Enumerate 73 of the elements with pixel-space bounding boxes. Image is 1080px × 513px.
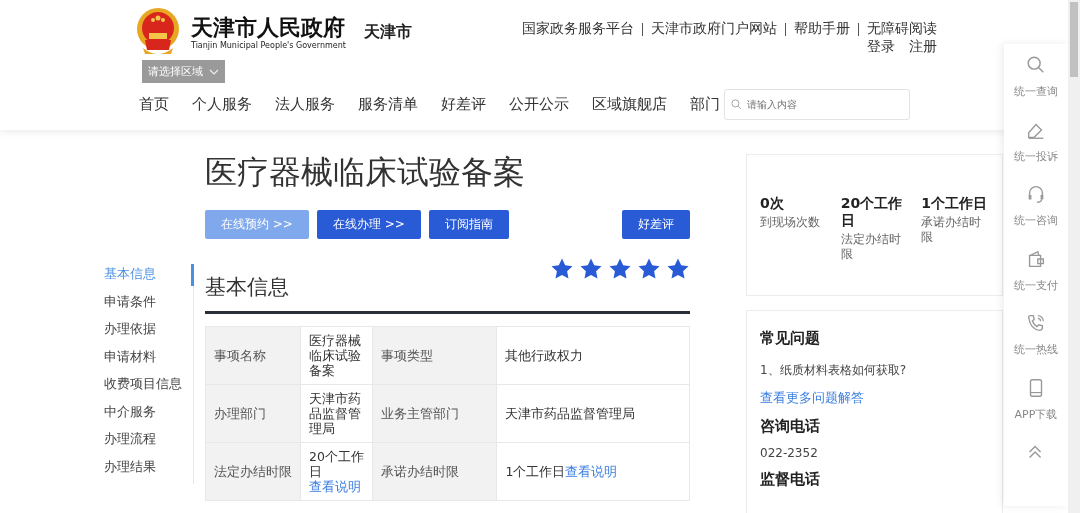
top-link[interactable]: 国家政务服务平台 bbox=[522, 20, 634, 38]
side-nav-item[interactable]: 办理结果 bbox=[104, 456, 193, 484]
side-nav-item[interactable]: 申请条件 bbox=[104, 291, 193, 319]
top-link[interactable]: 天津市政府门户网站 bbox=[651, 20, 777, 38]
field-value: 天津市药品监督管理局 bbox=[496, 384, 690, 443]
site-subtitle: Tianjin Municipal People's Government bbox=[191, 40, 346, 50]
nav-item[interactable]: 个人服务 bbox=[192, 95, 252, 114]
summary-value: 1个工作日 bbox=[921, 195, 988, 212]
summary-value: 0次 bbox=[760, 195, 785, 212]
field-value: 医疗器械临床试验备案 bbox=[300, 326, 373, 385]
summary-value: 20个工作日 bbox=[840, 195, 904, 229]
action-button[interactable]: 订阅指南 bbox=[428, 210, 509, 239]
faq-question[interactable]: 1、纸质材料表格如何获取? bbox=[760, 362, 989, 379]
section-title: 基本信息 bbox=[205, 274, 289, 301]
star-icon[interactable] bbox=[666, 257, 690, 281]
star-icon[interactable] bbox=[637, 257, 661, 281]
toolbar-button[interactable]: 统一热线 bbox=[1004, 312, 1068, 377]
phone-icon bbox=[1025, 312, 1047, 334]
star-icon[interactable] bbox=[608, 257, 632, 281]
page-title: 医疗器械临床试验备案 bbox=[205, 152, 526, 192]
side-nav-item[interactable]: 收费项目信息 bbox=[104, 374, 193, 402]
details-link[interactable]: 查看说明 bbox=[565, 464, 618, 479]
nav-item[interactable]: 区域旗舰店 bbox=[592, 95, 667, 114]
summary-label: 法定办结时限 bbox=[840, 232, 902, 262]
summary-label: 到现场次数 bbox=[760, 215, 821, 230]
more-link[interactable]: 查看更多问题解答 bbox=[760, 389, 989, 407]
search-icon bbox=[1025, 54, 1047, 76]
field-label: 承诺办结时限 bbox=[372, 442, 497, 501]
toolbar-button[interactable]: 统一咨询 bbox=[1004, 183, 1068, 248]
search-field[interactable]: 请输入内容 bbox=[724, 89, 910, 120]
nav-item[interactable]: 服务清单 bbox=[358, 95, 418, 114]
side-nav-item[interactable]: 基本信息 bbox=[104, 264, 193, 292]
field-label: 事项名称 bbox=[205, 326, 301, 385]
search-icon bbox=[730, 98, 743, 111]
rating-button[interactable]: 好差评 bbox=[622, 210, 690, 239]
phone-heading: 咨询电话 bbox=[760, 417, 821, 436]
side-nav-item[interactable]: 申请材料 bbox=[104, 346, 193, 374]
account-link[interactable]: 登录 bbox=[867, 38, 895, 56]
caret-icon bbox=[209, 68, 219, 75]
field-value: 20个工作日 查看说明 bbox=[300, 442, 373, 501]
site-title: 天津市人民政府 bbox=[191, 14, 346, 41]
details-link[interactable]: 查看说明 bbox=[309, 479, 364, 494]
faq-heading: 常见问题 bbox=[760, 329, 821, 348]
field-value: 其他行政权力 bbox=[496, 326, 690, 385]
action-button[interactable]: 在线办理 >> bbox=[316, 210, 421, 239]
field-label: 事项类型 bbox=[372, 326, 497, 385]
city-name: 天津市 bbox=[363, 22, 412, 43]
top-link[interactable]: 无障碍阅读 bbox=[867, 20, 937, 38]
field-label: 法定办结时限 bbox=[205, 442, 301, 501]
nav-item[interactable]: 部门 bbox=[690, 95, 720, 114]
side-nav-item[interactable]: 办理流程 bbox=[104, 429, 193, 457]
supervision-heading: 监督电话 bbox=[760, 470, 821, 489]
scrollbar[interactable] bbox=[1068, 0, 1080, 513]
nav-item[interactable]: 好差评 bbox=[441, 95, 486, 114]
star-icon[interactable] bbox=[550, 257, 574, 281]
toolbar-button[interactable]: 统一查询 bbox=[1004, 54, 1068, 119]
side-nav-item[interactable]: 办理依据 bbox=[104, 319, 193, 347]
top-link[interactable]: 帮助手册 bbox=[794, 20, 850, 38]
phone-number: 022-2352 bbox=[760, 446, 819, 460]
toolbar-button[interactable]: APP下载 bbox=[1004, 376, 1068, 441]
field-value: 1个工作日查看说明 bbox=[496, 442, 690, 501]
summary-label: 承诺办结时限 bbox=[921, 215, 983, 245]
account-link[interactable]: 注册 bbox=[909, 38, 937, 56]
star-icon[interactable] bbox=[579, 257, 603, 281]
nav-item[interactable]: 首页 bbox=[139, 95, 169, 114]
toolbar-button[interactable]: 统一投诉 bbox=[1004, 118, 1068, 183]
toolbar-button[interactable]: 统一支付 bbox=[1004, 247, 1068, 312]
field-label: 业务主管部门 bbox=[372, 384, 497, 443]
field-label: 办理部门 bbox=[205, 384, 301, 443]
field-value: 天津市药品监督管理局 bbox=[300, 384, 373, 443]
nav-item[interactable]: 公开公示 bbox=[509, 95, 569, 114]
side-nav-item[interactable]: 中介服务 bbox=[104, 401, 193, 429]
nav-item[interactable]: 法人服务 bbox=[275, 95, 335, 114]
